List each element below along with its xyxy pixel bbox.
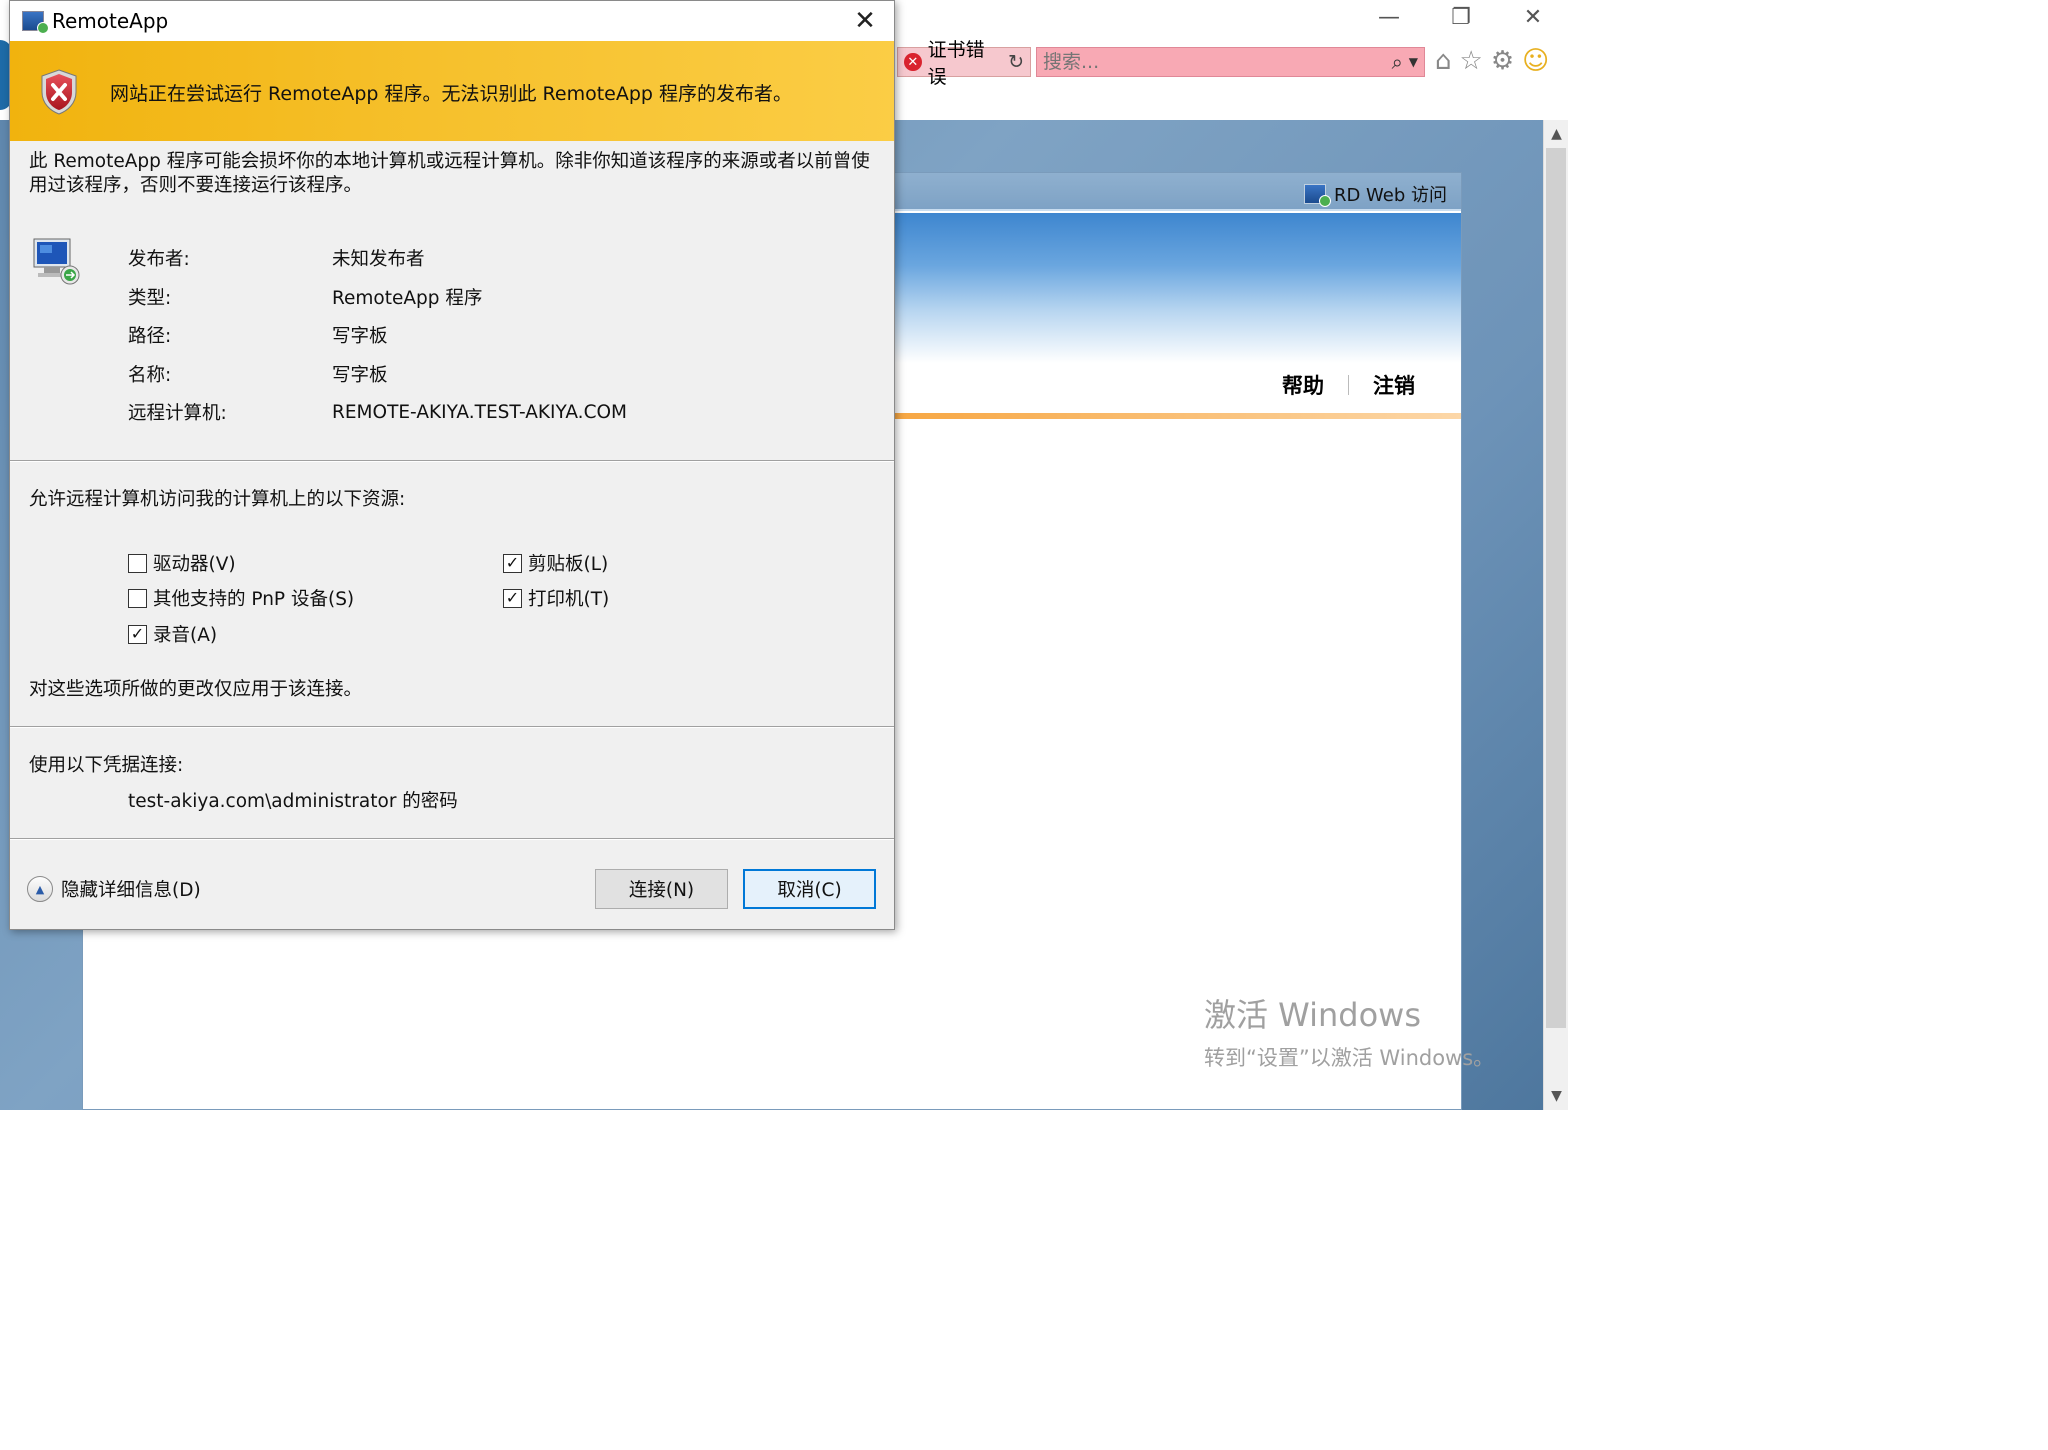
resources-title: 允许远程计算机访问我的计算机上的以下资源: xyxy=(29,489,406,510)
search-icon[interactable]: ⌕ xyxy=(1392,50,1403,74)
shield-error-icon xyxy=(41,69,77,115)
scroll-down-arrow-icon[interactable]: ▼ xyxy=(1544,1084,1569,1108)
window-controls: — ❐ ✕ xyxy=(1374,4,1548,30)
logout-link[interactable]: 注销 xyxy=(1373,370,1415,400)
info-label: 类型: xyxy=(128,287,172,309)
scroll-up-arrow-icon[interactable]: ▲ xyxy=(1544,122,1569,146)
scroll-thumb[interactable] xyxy=(1546,148,1566,1028)
gear-icon[interactable]: ⚙ xyxy=(1491,46,1514,76)
hide-details-label: 隐藏详细信息(D) xyxy=(61,880,201,901)
changes-note: 对这些选项所做的更改仅应用于该连接。 xyxy=(29,679,363,700)
checkbox-label: 剪贴板(L) xyxy=(528,554,609,575)
credentials-title: 使用以下凭据连接: xyxy=(29,755,184,776)
connect-button[interactable]: 连接(N) xyxy=(595,869,728,909)
info-label: 发布者: xyxy=(128,249,190,271)
watermark-line-2: 转到“设置”以激活 Windows。 xyxy=(1204,1046,1495,1070)
rdweb-title: RD Web 访问 xyxy=(1303,181,1447,207)
info-value: 写字板 xyxy=(332,364,388,386)
error-x-icon: ✕ xyxy=(904,53,922,71)
search-box: ⌕ ▼ xyxy=(1036,47,1425,77)
remoteapp-dialog: RemoteApp ✕ 网站正在尝试运行 RemoteApp 程序。无法识别此 … xyxy=(9,0,895,930)
info-row-remote-computer: 远程计算机: REMOTE-AKIYA.TEST-AKIYA.COM xyxy=(128,393,627,432)
rdweb-title-text: RD Web 访问 xyxy=(1333,185,1447,206)
info-row-path: 路径: 写字板 xyxy=(128,316,627,355)
clipboard-checkbox[interactable]: ✓ 剪贴板(L) xyxy=(503,550,608,576)
audio-recording-checkbox[interactable]: ✓ 录音(A) xyxy=(128,621,217,647)
info-value: REMOTE-AKIYA.TEST-AKIYA.COM xyxy=(332,401,628,423)
checkbox-box[interactable]: ✓ xyxy=(128,624,147,644)
drives-checkbox[interactable]: 驱动器(V) xyxy=(128,550,236,576)
close-icon[interactable]: ✕ xyxy=(850,6,880,36)
computer-remote-icon xyxy=(33,238,80,285)
checkbox-label: 驱动器(V) xyxy=(153,554,236,575)
info-label: 路径: xyxy=(128,326,172,348)
remoteapp-icon xyxy=(22,11,49,34)
checkbox-box[interactable] xyxy=(128,588,147,608)
info-value: 未知发布者 xyxy=(332,249,425,271)
dialog-title: RemoteApp xyxy=(52,9,169,33)
home-icon[interactable]: ⌂ xyxy=(1435,46,1452,76)
warning-text: 网站正在尝试运行 RemoteApp 程序。无法识别此 RemoteApp 程序… xyxy=(110,83,793,105)
checkbox-box[interactable]: ✓ xyxy=(503,553,522,573)
cancel-button[interactable]: 取消(C) xyxy=(743,869,876,909)
section-divider xyxy=(10,726,894,728)
checkbox-box[interactable]: ✓ xyxy=(503,588,522,608)
info-row-publisher: 发布者: 未知发布者 xyxy=(128,239,627,278)
search-input[interactable] xyxy=(1043,51,1392,73)
checkbox-label: 其他支持的 PnP 设备(S) xyxy=(153,589,355,610)
certificate-error-label: 证书错误 xyxy=(927,39,985,88)
close-window-button[interactable]: ✕ xyxy=(1518,4,1548,30)
vertical-scrollbar[interactable]: ▲ ▼ xyxy=(1543,120,1568,1110)
info-label: 远程计算机: xyxy=(128,403,227,425)
search-dropdown-icon[interactable]: ▼ xyxy=(1409,55,1418,69)
certificate-error-button[interactable]: ✕ 证书错误 ↻ xyxy=(897,39,1031,88)
dialog-titlebar[interactable]: RemoteApp ✕ xyxy=(10,1,894,41)
chevron-up-icon[interactable]: ▲ xyxy=(27,876,53,902)
info-value: 写字板 xyxy=(332,326,388,348)
help-link[interactable]: 帮助 xyxy=(1282,370,1324,400)
checkbox-label: 录音(A) xyxy=(153,625,218,646)
info-row-type: 类型: RemoteApp 程序 xyxy=(128,278,627,317)
refresh-icon[interactable]: ↻ xyxy=(1008,51,1024,73)
section-divider xyxy=(10,460,894,462)
checkbox-box[interactable] xyxy=(128,553,147,573)
nav-separator xyxy=(1348,375,1349,395)
watermark-line-1: 激活 Windows xyxy=(1204,996,1422,1034)
info-value: RemoteApp 程序 xyxy=(332,287,483,309)
warning-banner: 网站正在尝试运行 RemoteApp 程序。无法识别此 RemoteApp 程序… xyxy=(10,41,894,141)
program-info: 发布者: 未知发布者 类型: RemoteApp 程序 路径: 写字板 名称: … xyxy=(128,239,627,432)
remote-desktop-icon xyxy=(1303,184,1331,207)
pnp-devices-checkbox[interactable]: 其他支持的 PnP 设备(S) xyxy=(128,585,354,611)
section-divider xyxy=(10,838,894,840)
rdweb-nav: 帮助 注销 xyxy=(1282,370,1415,400)
info-row-name: 名称: 写字板 xyxy=(128,355,627,394)
toolbar-icons: ⌂ ☆ ⚙ ☺ xyxy=(1435,46,1549,76)
restore-button[interactable]: ❐ xyxy=(1446,4,1476,30)
smiley-icon[interactable]: ☺ xyxy=(1522,46,1549,76)
info-label: 名称: xyxy=(128,364,172,386)
activation-watermark: 激活 Windows 转到“设置”以激活 Windows。 xyxy=(1204,990,1494,1072)
printer-checkbox[interactable]: ✓ 打印机(T) xyxy=(503,585,609,611)
credentials-value: test-akiya.com\administrator 的密码 xyxy=(128,791,458,812)
checkbox-label: 打印机(T) xyxy=(528,589,610,610)
browser-toolbar: ✕ 证书错误 ↻ ⌕ ▼ ⌂ ☆ ⚙ ☺ xyxy=(895,39,1568,90)
favorites-star-icon[interactable]: ☆ xyxy=(1460,46,1483,76)
intro-text: 此 RemoteApp 程序可能会损坏你的本地计算机或远程计算机。除非你知道该程… xyxy=(29,151,870,196)
hide-details-toggle[interactable]: ▲ 隐藏详细信息(D) xyxy=(27,876,201,902)
minimize-button[interactable]: — xyxy=(1374,4,1404,30)
